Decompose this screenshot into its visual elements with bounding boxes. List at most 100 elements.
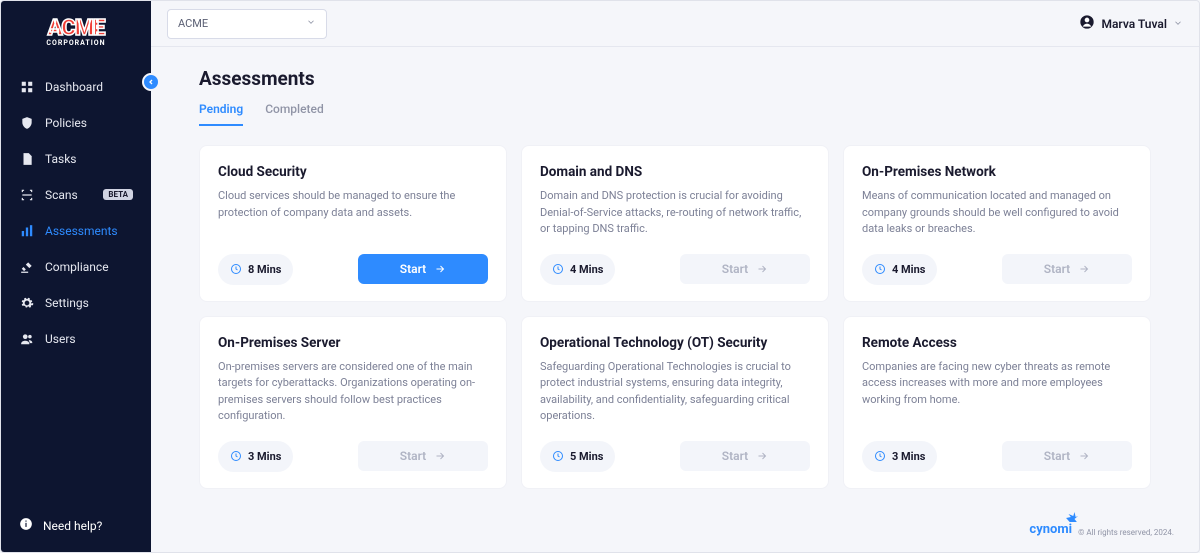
sidebar-item-label: Compliance (45, 260, 109, 274)
arrow-right-icon (756, 263, 768, 275)
tab-completed[interactable]: Completed (265, 102, 324, 126)
card-description: Domain and DNS protection is crucial for… (540, 188, 810, 238)
start-button[interactable]: Start (1002, 441, 1132, 471)
duration-pill: 8 Mins (218, 254, 293, 285)
dashboard-icon (19, 79, 35, 95)
assessment-card: Remote Access Companies are facing new c… (843, 316, 1151, 489)
card-description: Safeguarding Operational Technologies is… (540, 359, 810, 425)
clock-icon (874, 260, 886, 279)
duration-pill: 4 Mins (862, 254, 937, 285)
org-selector-value: ACME (178, 17, 208, 30)
card-description: Companies are facing new cyber threats a… (862, 359, 1132, 425)
user-name: Marva Tuval (1101, 17, 1167, 31)
arrow-right-icon (1078, 450, 1090, 462)
card-title: On-Premises Server (218, 335, 488, 351)
duration-text: 3 Mins (892, 450, 925, 463)
sidebar-item-compliance[interactable]: Compliance (1, 249, 151, 285)
assessment-card: Domain and DNS Domain and DNS protection… (521, 145, 829, 302)
clock-icon (874, 447, 886, 466)
scan-icon (19, 187, 35, 203)
tabs: Pending Completed (199, 102, 1151, 127)
sidebar-item-users[interactable]: Users (1, 321, 151, 357)
card-title: Cloud Security (218, 164, 488, 180)
footer-brand: cynomi © All rights reserved, 2024. (1029, 522, 1174, 537)
arrow-right-icon (434, 450, 446, 462)
sidebar-item-label: Users (45, 332, 76, 346)
help-link[interactable]: Need help? (1, 499, 151, 552)
brand-logo: ACME CORPORATION (1, 1, 151, 69)
start-button[interactable]: Start (680, 441, 810, 471)
chart-icon (19, 223, 35, 239)
start-button-label: Start (400, 449, 426, 463)
users-icon (19, 331, 35, 347)
start-button[interactable]: Start (1002, 254, 1132, 284)
start-button[interactable]: Start (358, 441, 488, 471)
clock-icon (230, 260, 242, 279)
clock-icon (552, 260, 564, 279)
duration-pill: 4 Mins (540, 254, 615, 285)
main-area: ACME Marva Tuval Assessments Pending Com… (151, 1, 1199, 552)
duration-text: 4 Mins (570, 263, 603, 276)
chevron-down-icon (306, 17, 316, 30)
clock-icon (230, 447, 242, 466)
user-menu[interactable]: Marva Tuval (1079, 14, 1183, 33)
assessment-grid: Cloud Security Cloud services should be … (199, 145, 1151, 489)
start-button-label: Start (1044, 262, 1070, 276)
sidebar-item-assessments[interactable]: Assessments (1, 213, 151, 249)
duration-pill: 3 Mins (218, 441, 293, 472)
sidebar-item-label: Scans (45, 188, 78, 202)
card-description: On-premises servers are considered one o… (218, 359, 488, 425)
sidebar-item-scans[interactable]: Scans BETA (1, 177, 151, 213)
start-button-label: Start (722, 262, 748, 276)
sidebar-item-settings[interactable]: Settings (1, 285, 151, 321)
arrow-right-icon (1078, 263, 1090, 275)
chevron-down-icon (1173, 17, 1183, 31)
start-button[interactable]: Start (680, 254, 810, 284)
tab-pending[interactable]: Pending (199, 102, 243, 126)
assessment-card: On-Premises Network Means of communicati… (843, 145, 1151, 302)
assessment-card: Cloud Security Cloud services should be … (199, 145, 507, 302)
sidebar-item-dashboard[interactable]: Dashboard (1, 69, 151, 105)
start-button-label: Start (722, 449, 748, 463)
sidebar-item-label: Policies (45, 116, 87, 130)
sidebar-item-label: Assessments (45, 224, 118, 238)
sidebar-item-policies[interactable]: Policies (1, 105, 151, 141)
user-avatar-icon (1079, 14, 1095, 33)
gear-icon (19, 295, 35, 311)
duration-pill: 5 Mins (540, 441, 615, 472)
footer-copyright: © All rights reserved, 2024. (1078, 528, 1174, 537)
topbar: ACME Marva Tuval (151, 1, 1199, 47)
card-description: Means of communication located and manag… (862, 188, 1132, 238)
duration-text: 8 Mins (248, 263, 281, 276)
beta-badge: BETA (103, 189, 133, 200)
help-label: Need help? (43, 519, 102, 533)
duration-text: 4 Mins (892, 263, 925, 276)
sidebar-item-tasks[interactable]: Tasks (1, 141, 151, 177)
footer-logo: cynomi (1029, 522, 1072, 537)
card-title: Domain and DNS (540, 164, 810, 180)
arrow-right-icon (434, 263, 446, 275)
sidebar: ACME CORPORATION Dashboard Policies Task… (1, 1, 151, 552)
assessment-card: On-Premises Server On-premises servers a… (199, 316, 507, 489)
duration-text: 5 Mins (570, 450, 603, 463)
card-title: On-Premises Network (862, 164, 1132, 180)
sidebar-item-label: Tasks (45, 152, 77, 166)
card-title: Remote Access (862, 335, 1132, 351)
file-icon (19, 151, 35, 167)
sidebar-item-label: Settings (45, 296, 89, 310)
info-icon (19, 517, 33, 534)
arrow-right-icon (756, 450, 768, 462)
sidebar-item-label: Dashboard (45, 80, 103, 94)
start-button-label: Start (400, 262, 426, 276)
page-title: Assessments (199, 67, 1151, 90)
start-button[interactable]: Start (358, 254, 488, 284)
shield-icon (19, 115, 35, 131)
start-button-label: Start (1044, 449, 1070, 463)
card-title: Operational Technology (OT) Security (540, 335, 810, 351)
duration-pill: 3 Mins (862, 441, 937, 472)
assessment-card: Operational Technology (OT) Security Saf… (521, 316, 829, 489)
card-description: Cloud services should be managed to ensu… (218, 188, 488, 238)
duration-text: 3 Mins (248, 450, 281, 463)
gavel-icon (19, 259, 35, 275)
org-selector[interactable]: ACME (167, 9, 327, 39)
